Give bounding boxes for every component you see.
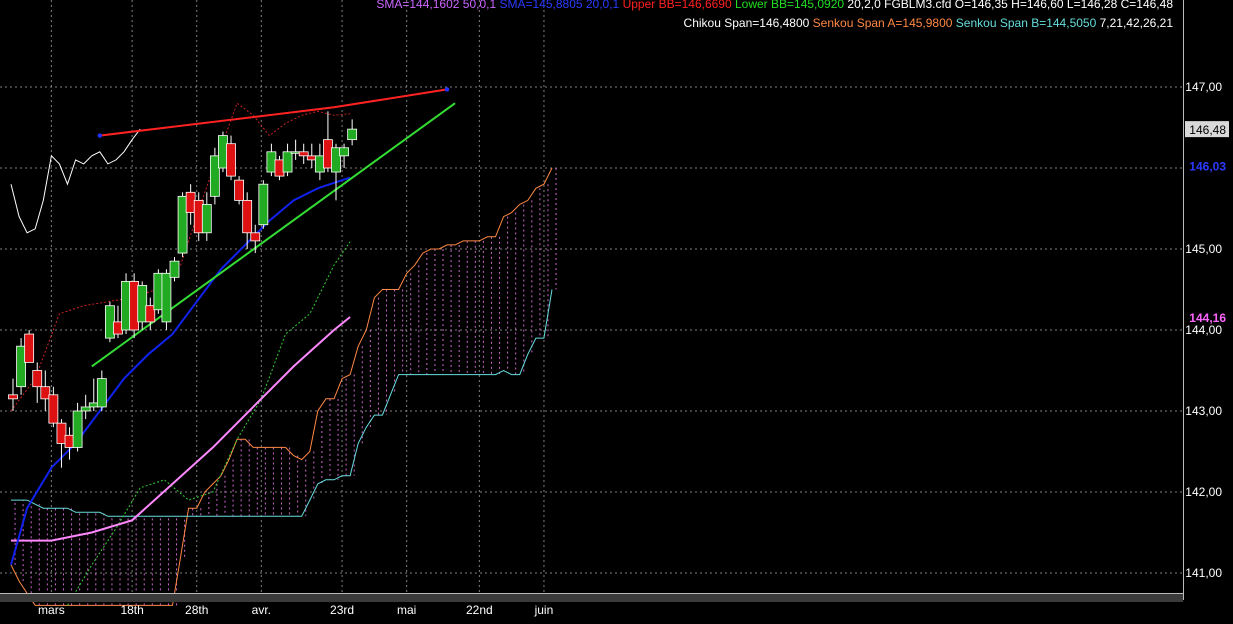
candle-up (80, 406, 91, 412)
legend-entry: Upper BB=146,6690 (619, 0, 732, 11)
candle-up (314, 155, 325, 173)
candle-down (274, 159, 285, 177)
candle-down (250, 232, 261, 242)
price-badge-label: 146,03 (1189, 160, 1226, 174)
support-trendline (91, 102, 456, 368)
x-tick-label: 22nd (466, 603, 493, 617)
candle-down (145, 305, 156, 323)
candle-up (96, 378, 107, 408)
candle-down (40, 386, 51, 400)
legend-entry: Senkou Span B=144,5050 (952, 16, 1096, 30)
candle-down (64, 434, 75, 448)
candle-up (105, 305, 115, 339)
bollinger-lower-line (67, 241, 351, 606)
candle-down (8, 394, 18, 400)
candle-up (88, 402, 99, 408)
candle-down (32, 370, 43, 388)
candle-up (266, 151, 277, 173)
candle-down (323, 139, 333, 169)
price-badge-label: 144,16 (1189, 311, 1226, 325)
time-axis-bar (0, 594, 1183, 602)
candle-up (16, 345, 26, 388)
candle-down (48, 394, 59, 424)
legend-entry: Chikou Span=146,4800 (684, 16, 810, 30)
legend-entry: SMA=145,8805 20,0,1 (496, 0, 619, 11)
candle-down (234, 179, 245, 201)
legend-entry: FGBLM3.cfd O=146,35 H=146,60 L=146,28 C=… (881, 0, 1174, 11)
candle-up (161, 272, 172, 323)
candles-layer (8, 111, 358, 468)
candle-up (201, 204, 212, 234)
legend-line-1: SMA=144,1602 50,0,1 SMA=145,8805 20,0,1 … (376, 0, 1173, 11)
y-tick-label: 147,00 (1185, 80, 1222, 94)
y-tick-label: 142,00 (1185, 485, 1222, 499)
candle-down (242, 199, 253, 234)
candle-down (193, 199, 204, 234)
candle-up (209, 155, 220, 197)
candle-up (258, 183, 269, 226)
chart-area[interactable]: 141,00142,00143,00144,00145,00146,00147,… (0, 0, 1233, 619)
resistance-trendline (99, 88, 448, 137)
candle-up (347, 128, 358, 141)
indicator-legend: SMA=144,1602 50,0,1 SMA=145,8805 20,0,1 … (376, 0, 1173, 30)
candle-up (72, 410, 83, 448)
candle-up (339, 147, 349, 157)
trendline-anchor (97, 133, 103, 138)
candle-down (298, 151, 309, 157)
grid-layer (0, 0, 1183, 593)
candle-up (290, 151, 301, 154)
chikou-span-line (10, 128, 141, 234)
candle-up (153, 272, 164, 311)
candle-up (282, 151, 293, 173)
candle-up (218, 135, 228, 169)
time-axis: mars 18th 28th avr. 23rd mai 22nd juin (0, 593, 1183, 617)
y-tick-label: 141,00 (1185, 566, 1222, 580)
candle-down (306, 155, 317, 161)
candle-up (137, 285, 148, 323)
candle-down (129, 280, 140, 331)
x-tick-label: 28th (185, 603, 208, 617)
candle-down (113, 321, 123, 335)
legend-entry: 7,21,42,26,21 (1096, 16, 1173, 30)
candle-down (226, 143, 236, 177)
legend-line-2: Chikou Span=146,4800 Senkou Span A=145,9… (684, 16, 1174, 30)
price-axis: 141,00142,00143,00144,00145,00146,00147,… (1183, 0, 1229, 600)
candle-down (185, 191, 196, 213)
x-tick-label: mars (38, 603, 65, 617)
candle-up (169, 260, 180, 278)
y-tick-label: 145,00 (1185, 242, 1222, 256)
x-tick-label: 23rd (330, 603, 354, 617)
senkou-span-a-line (10, 167, 553, 606)
ichimoku-chart[interactable]: 141,00142,00143,00144,00145,00146,00147,… (0, 0, 1233, 619)
legend-entry: Lower BB=145,0920 (732, 0, 845, 11)
x-tick-label: 18th (120, 603, 143, 617)
x-tick-label: mai (397, 603, 416, 617)
legend-entry: SMA=144,1602 50,0,1 (376, 0, 496, 11)
trendline-anchor (444, 87, 450, 92)
candle-up (331, 147, 341, 173)
legend-entry: 20,2,0 (844, 0, 881, 11)
x-tick-label: avr. (252, 603, 271, 617)
y-tick-label: 144,00 (1185, 323, 1222, 337)
candle-up (177, 195, 188, 254)
candle-down (24, 333, 35, 363)
bollinger-upper-line (10, 102, 351, 412)
y-tick-label: 143,00 (1185, 404, 1222, 418)
x-tick-label: juin (534, 603, 554, 617)
ichimoku-cloud (14, 168, 557, 606)
candle-down (56, 422, 67, 444)
legend-entry: Senkou Span A=145,9800 (809, 16, 952, 30)
price-badge-label: 146,48 (1189, 123, 1226, 137)
candle-up (121, 280, 131, 331)
